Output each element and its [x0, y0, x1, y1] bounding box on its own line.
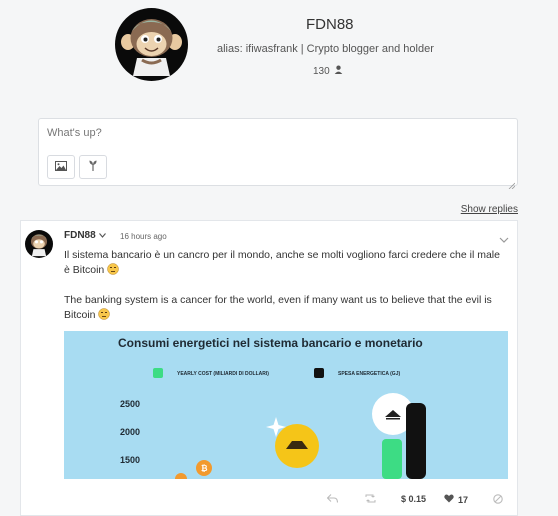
- resize-handle[interactable]: [508, 176, 516, 190]
- whats-up-input[interactable]: [39, 119, 517, 185]
- post-paragraph-italian: Il sistema bancario è un cancro per il m…: [64, 249, 500, 276]
- post-composer: [38, 118, 518, 190]
- post-paragraph-english: The banking system is a cancer for the w…: [64, 294, 492, 321]
- emoji-unamused: [98, 308, 111, 320]
- profile-name: FDN88: [306, 16, 354, 33]
- chart-bar-energy: [406, 403, 426, 479]
- post-author-avatar[interactable]: [25, 230, 53, 258]
- chevron-down-icon: [499, 230, 509, 247]
- post-body: Il sistema bancario è un cancro per il m…: [64, 248, 504, 338]
- image-icon: [55, 158, 67, 176]
- like-button[interactable]: 17: [444, 494, 468, 505]
- chevron-down-icon: [98, 230, 106, 241]
- flag-button[interactable]: [493, 494, 503, 506]
- profile-alias: alias: ifiwasfrank | Crypto blogger and …: [217, 43, 434, 55]
- post-image[interactable]: Consumi energetici nel sistema bancario …: [64, 331, 508, 479]
- image-graphics: ₿: [175, 393, 426, 479]
- post-author[interactable]: FDN88: [64, 230, 106, 241]
- add-token-button[interactable]: [79, 155, 107, 179]
- flag-icon: [493, 494, 503, 506]
- show-replies-link[interactable]: Show replies: [461, 204, 518, 215]
- payout-value[interactable]: $ 0.15: [401, 494, 426, 504]
- follower-count[interactable]: 130: [313, 65, 343, 77]
- bitcoin-icon: [175, 473, 187, 479]
- profile-header: FDN88 alias: ifiwasfrank | Crypto blogge…: [0, 0, 558, 100]
- like-count: 17: [458, 494, 469, 505]
- user-icon: [334, 65, 343, 77]
- chart-bar-yearly-cost: [382, 439, 402, 479]
- profile-avatar[interactable]: [115, 8, 188, 81]
- payout-amount: $ 0.15: [401, 494, 427, 504]
- post-timestamp[interactable]: 16 hours ago: [120, 232, 167, 241]
- emoji-unamused: [107, 263, 119, 275]
- reblog-button[interactable]: [365, 494, 376, 505]
- post-menu-button[interactable]: [499, 230, 509, 248]
- post-footer: $ 0.15 17: [21, 487, 517, 515]
- reply-button[interactable]: [326, 494, 339, 505]
- post-card: FDN88 16 hours ago Il sistema bancario è…: [20, 220, 518, 516]
- add-image-button[interactable]: [47, 155, 75, 179]
- plant-icon: [88, 158, 98, 176]
- svg-text:₿: ₿: [201, 464, 208, 473]
- follower-count-value: 130: [313, 65, 330, 77]
- reblog-icon: [365, 494, 376, 505]
- reply-icon: [326, 494, 339, 505]
- heart-icon: [444, 494, 454, 505]
- post-author-name: FDN88: [64, 230, 96, 241]
